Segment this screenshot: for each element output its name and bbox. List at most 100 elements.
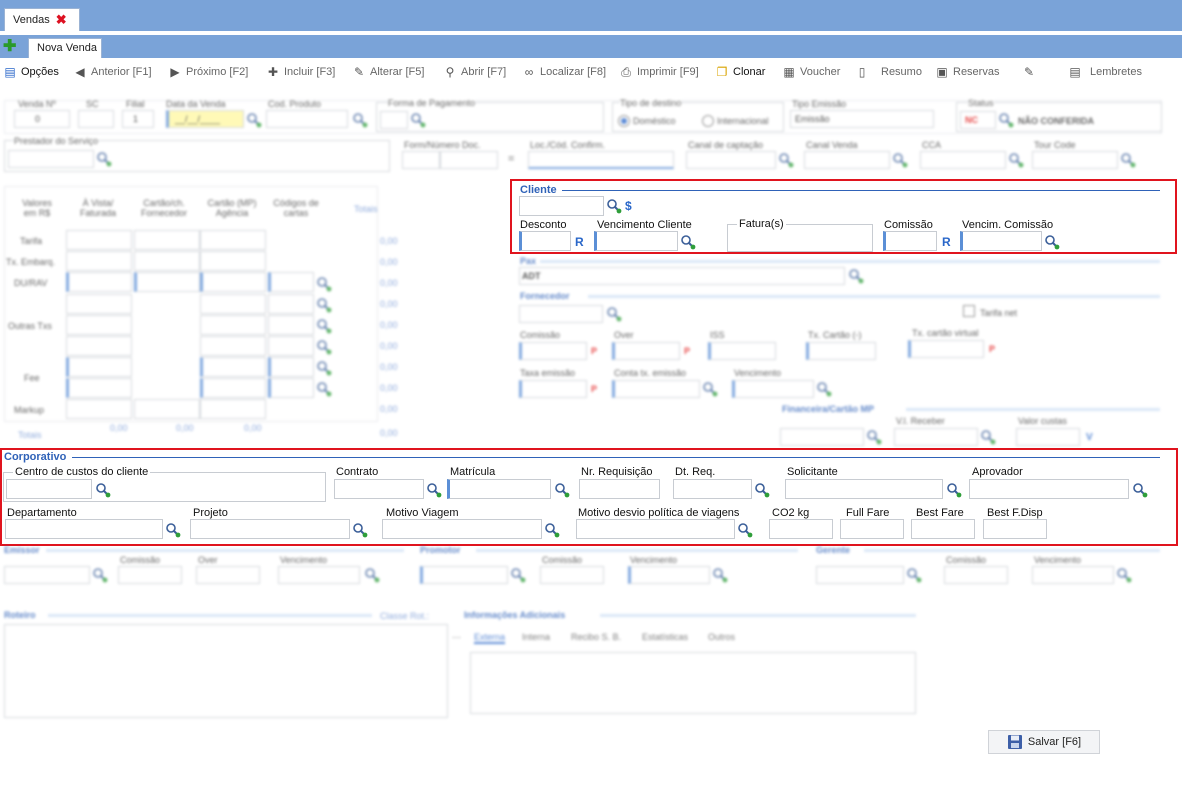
cell[interactable] xyxy=(134,399,200,419)
imprimir-button[interactable]: ⎙ Imprimir [F9] xyxy=(619,65,699,79)
motivo-viagem-input[interactable] xyxy=(382,519,542,539)
dt-req-input[interactable] xyxy=(673,479,752,499)
cliente-input[interactable] xyxy=(519,196,604,216)
cell[interactable] xyxy=(268,357,314,377)
tab-nova-venda[interactable]: Nova Venda xyxy=(28,38,102,58)
search-icon[interactable] xyxy=(316,339,332,355)
tab-externa[interactable]: Externa xyxy=(474,632,506,644)
vencim-comissao-input[interactable] xyxy=(960,231,1042,251)
cell[interactable] xyxy=(66,315,132,335)
search-icon[interactable] xyxy=(754,482,770,498)
voucher-button[interactable]: ▦ Voucher xyxy=(782,65,840,79)
valor-custas-input[interactable] xyxy=(1016,428,1080,446)
domestico-radio[interactable] xyxy=(618,115,630,127)
search-icon[interactable] xyxy=(712,567,728,583)
over-input[interactable] xyxy=(612,342,680,360)
cell[interactable] xyxy=(66,251,132,271)
search-icon[interactable] xyxy=(778,152,794,168)
cell[interactable] xyxy=(200,272,266,292)
full-fare-input[interactable] xyxy=(840,519,904,539)
solicitante-input[interactable] xyxy=(785,479,943,499)
cell[interactable] xyxy=(66,357,132,377)
search-icon[interactable] xyxy=(1132,482,1148,498)
form-doc-input[interactable] xyxy=(402,151,440,169)
search-icon[interactable] xyxy=(816,381,832,397)
taxa-emissao-p-button[interactable]: P xyxy=(591,384,597,394)
forn-vencimento-input[interactable] xyxy=(732,380,814,398)
tx-cartao-virtual-p-button[interactable]: P xyxy=(989,344,995,354)
cell[interactable] xyxy=(66,336,132,356)
over-p-button[interactable]: P xyxy=(684,346,690,356)
tour-code-input[interactable] xyxy=(1032,151,1118,169)
cell[interactable] xyxy=(66,294,132,314)
matricula-input[interactable] xyxy=(447,479,551,499)
emissor-over-input[interactable] xyxy=(196,566,260,584)
cell[interactable] xyxy=(268,294,314,314)
vencimento-cliente-input[interactable] xyxy=(594,231,678,251)
attach-button[interactable]: ✎ xyxy=(1022,65,1036,79)
comissao-r-button[interactable]: R xyxy=(942,235,951,249)
emissor-vencimento-input[interactable] xyxy=(278,566,360,584)
search-icon[interactable] xyxy=(737,522,753,538)
cell[interactable] xyxy=(200,336,266,356)
search-icon[interactable] xyxy=(364,567,380,583)
best-fdisp-input[interactable] xyxy=(983,519,1047,539)
centro-custos-input[interactable] xyxy=(6,479,92,499)
tab-interna[interactable]: Interna xyxy=(522,632,550,642)
departamento-input[interactable] xyxy=(5,519,163,539)
gerente-input[interactable] xyxy=(816,566,904,584)
canal-captacao-input[interactable] xyxy=(686,151,776,169)
search-icon[interactable] xyxy=(316,381,332,397)
tab-recibo[interactable]: Recibo S. B. xyxy=(571,632,621,642)
proximo-button[interactable]: ▶ Próximo [F2] xyxy=(168,65,248,79)
close-icon[interactable]: ✖ xyxy=(56,12,67,28)
search-icon[interactable] xyxy=(316,360,332,376)
projeto-input[interactable] xyxy=(190,519,350,539)
search-icon[interactable] xyxy=(165,522,181,538)
search-icon[interactable] xyxy=(946,482,962,498)
search-icon[interactable] xyxy=(1120,152,1136,168)
search-icon[interactable] xyxy=(510,567,526,583)
search-icon[interactable] xyxy=(606,306,622,322)
opcoes-button[interactable]: ▤ Opções xyxy=(3,65,59,79)
search-icon[interactable] xyxy=(352,522,368,538)
localizar-button[interactable]: ∞ Localizar [F8] xyxy=(522,65,606,79)
cell[interactable] xyxy=(200,357,266,377)
search-icon[interactable] xyxy=(1116,567,1132,583)
cell[interactable] xyxy=(134,251,200,271)
search-icon[interactable] xyxy=(410,112,426,128)
iss-input[interactable] xyxy=(708,342,776,360)
save-button[interactable]: Salvar [F6] xyxy=(988,730,1100,754)
alterar-button[interactable]: ✎ Alterar [F5] xyxy=(352,65,424,79)
splitter[interactable]: ··· xyxy=(452,632,461,642)
search-icon[interactable] xyxy=(906,567,922,583)
forn-comissao-p-button[interactable]: P xyxy=(591,346,597,356)
search-icon[interactable] xyxy=(96,151,112,167)
financeira-input[interactable] xyxy=(780,428,864,446)
gerente-comissao-input[interactable] xyxy=(944,566,1008,584)
pax-input[interactable]: ADT xyxy=(519,267,845,285)
promotor-vencimento-input[interactable] xyxy=(628,566,710,584)
promotor-input[interactable] xyxy=(420,566,508,584)
cell[interactable] xyxy=(66,230,132,250)
cell[interactable] xyxy=(200,251,266,271)
cell[interactable] xyxy=(200,230,266,250)
search-icon[interactable] xyxy=(246,112,262,128)
currency-dollar-icon[interactable]: $ xyxy=(625,199,632,213)
forn-comissao-input[interactable] xyxy=(519,342,587,360)
contrato-input[interactable] xyxy=(334,479,424,499)
tab-vendas[interactable]: Vendas ✖ xyxy=(4,8,80,31)
resumo-button[interactable]: ▯ Resumo xyxy=(855,65,922,79)
cell[interactable] xyxy=(134,272,200,292)
vl-receber-input[interactable] xyxy=(894,428,978,446)
internacional-radio[interactable] xyxy=(702,115,714,127)
emissor-comissao-input[interactable] xyxy=(118,566,182,584)
cell[interactable] xyxy=(134,230,200,250)
tx-cartao-input[interactable] xyxy=(806,342,876,360)
taxa-emissao-input[interactable] xyxy=(519,380,587,398)
search-icon[interactable] xyxy=(316,297,332,313)
nr-requisicao-input[interactable] xyxy=(579,479,660,499)
cod-produto-input[interactable] xyxy=(266,110,348,128)
comissao-input[interactable] xyxy=(883,231,937,251)
tx-cartao-virtual-input[interactable] xyxy=(908,340,984,358)
